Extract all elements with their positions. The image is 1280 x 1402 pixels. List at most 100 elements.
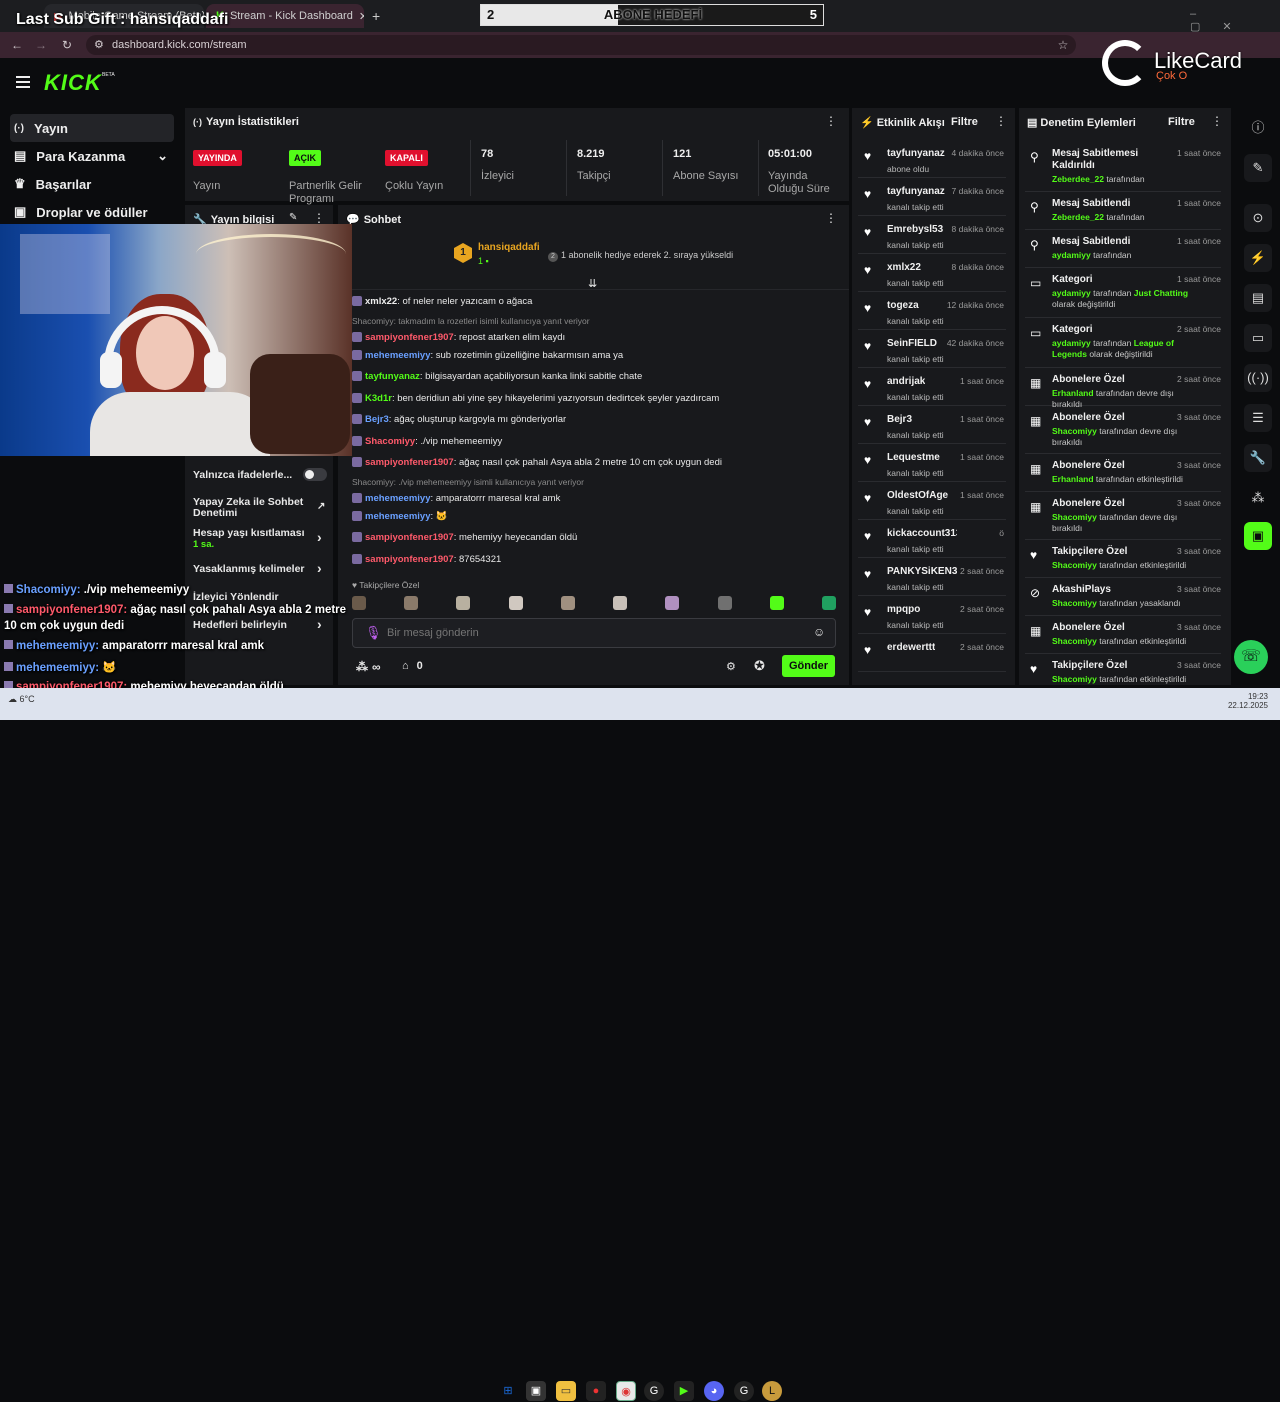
emote-icon[interactable] xyxy=(508,596,523,610)
activity-username[interactable]: andrijak xyxy=(887,376,925,387)
layout-icon[interactable]: ☰ xyxy=(1244,404,1272,432)
back-icon[interactable]: ← xyxy=(10,38,24,52)
activity-username[interactable]: Lequestme xyxy=(887,452,940,463)
moderation-actor[interactable]: Shacomiyy xyxy=(1052,598,1097,608)
chat-username[interactable]: sampiyonfener1907 xyxy=(365,457,454,468)
chat-username[interactable]: mehemeemiyy xyxy=(365,493,430,504)
url-field[interactable]: ⚙ dashboard.kick.com/stream xyxy=(86,35,1076,55)
more-options-icon[interactable]: ⋮ xyxy=(995,114,1007,128)
moderation-actor[interactable]: Zeberdee_22 xyxy=(1052,174,1104,184)
moderation-actor[interactable]: aydamiyy xyxy=(1052,250,1091,260)
edit-icon[interactable]: ✎ xyxy=(289,212,297,223)
emote-icon[interactable] xyxy=(665,596,680,610)
kick-logo[interactable]: KICK xyxy=(44,70,102,96)
send-button[interactable]: Gönder xyxy=(782,655,835,677)
support-chat-icon[interactable]: ☏ xyxy=(1234,640,1268,674)
chat-username[interactable]: tayfunyanaz xyxy=(365,371,420,382)
info-icon[interactable]: ⓘ xyxy=(1244,114,1272,142)
chat-username[interactable]: K3d1r xyxy=(365,393,392,404)
moderation-actor[interactable]: Shacomiyy xyxy=(1052,560,1097,570)
emote-icon[interactable] xyxy=(613,596,628,610)
camera-icon[interactable]: ⊙ xyxy=(1244,204,1272,232)
lightning-icon[interactable]: ⚡ xyxy=(1244,244,1272,272)
bookmark-star-icon[interactable]: ☆ xyxy=(1056,38,1070,52)
more-options-icon[interactable]: ⋮ xyxy=(313,211,325,225)
emoji-picker-icon[interactable]: ☺ xyxy=(813,625,825,639)
emote-icon[interactable] xyxy=(456,596,471,610)
app-icon[interactable]: G xyxy=(734,1381,754,1401)
setting-banned-words[interactable]: Yasaklanmış kelimeler › xyxy=(193,560,325,576)
more-options-icon[interactable]: ⋮ xyxy=(825,114,837,128)
activity-username[interactable]: tayfunyanaz xyxy=(887,186,945,197)
weather-widget[interactable]: ☁ 6°C xyxy=(8,694,35,705)
setting-account-age[interactable]: Hesap yaşı kısıtlaması 1 sa. › xyxy=(193,527,325,551)
forward-icon[interactable]: → xyxy=(34,38,48,52)
activity-filter-button[interactable]: Filtre xyxy=(951,116,978,128)
app-icon[interactable]: ▣ xyxy=(1244,522,1272,550)
activity-username[interactable]: xmlx22 xyxy=(887,262,921,273)
chat-username[interactable]: sampiyonfener1907 xyxy=(365,332,454,343)
activity-username[interactable]: mpqpo xyxy=(887,604,920,615)
chat-username[interactable]: Shacomiyy xyxy=(365,436,415,447)
chat-username[interactable]: Bejr3 xyxy=(365,414,389,425)
chat-username[interactable]: xmlx22 xyxy=(365,296,397,307)
taskview-icon[interactable]: ▣ xyxy=(526,1381,546,1401)
chat-message[interactable]: K3d1r: ben deridiun abi yine şey hikayel… xyxy=(352,393,719,404)
share-icon[interactable]: ⁂ xyxy=(1244,484,1272,512)
moderation-actor[interactable]: Erhanland xyxy=(1052,388,1094,398)
activity-username[interactable]: SeinFIELD xyxy=(887,338,937,349)
menu-icon[interactable] xyxy=(16,76,30,88)
wrench-icon[interactable]: 🔧 xyxy=(1244,444,1272,472)
moderation-actor[interactable]: Erhanland xyxy=(1052,474,1094,484)
start-icon[interactable]: ⊞ xyxy=(498,1381,518,1401)
app-icon[interactable]: G xyxy=(644,1381,664,1401)
moderation-filter-button[interactable]: Filtre xyxy=(1168,116,1195,128)
chat-message[interactable]: sampiyonfener1907: ağaç nasıl çok pahalı… xyxy=(352,457,722,468)
chat-message[interactable]: Bejr3: ağaç oluşturup kargoyla mı gönder… xyxy=(352,414,566,425)
activity-username[interactable]: OldestOfAge xyxy=(887,490,948,501)
moderation-actor[interactable]: Shacomiyy xyxy=(1052,636,1097,646)
emote-icon[interactable] xyxy=(717,596,732,610)
chat-message-input[interactable] xyxy=(387,623,807,643)
pinned-user[interactable]: hansiqaddafi xyxy=(478,242,540,253)
chat-message[interactable]: sampiyonfener1907: 87654321 xyxy=(352,554,501,565)
moderation-actor[interactable]: Zeberdee_22 xyxy=(1052,212,1104,222)
emote-icon[interactable] xyxy=(560,596,575,610)
document-icon[interactable]: ▤ xyxy=(1244,284,1272,312)
activity-username[interactable]: erdewerttt xyxy=(887,642,935,653)
broadcast-icon[interactable]: ((·)) xyxy=(1244,364,1272,392)
chat-username[interactable]: sampiyonfener1907 xyxy=(365,554,454,565)
moderation-actor[interactable]: aydamiyy xyxy=(1052,288,1091,298)
chat-message[interactable]: mehemeemiyy: amparatorrr maresal kral am… xyxy=(352,493,560,504)
emote-icon[interactable] xyxy=(821,596,836,610)
chat-message[interactable]: sampiyonfener1907: repost atarken elim k… xyxy=(352,332,565,343)
site-info-icon[interactable]: ⚙ xyxy=(94,35,104,55)
microphone-icon[interactable]: 🎙 xyxy=(365,625,382,641)
emote-only-toggle[interactable] xyxy=(303,468,327,481)
browser-tab-2[interactable]: K Stream - Kick Dashboard ✕ xyxy=(206,4,364,28)
clock[interactable]: 19:23 22.12.2025 xyxy=(1220,692,1268,710)
chat-message[interactable]: mehemeemiyy: sub rozetimin güzelliğine b… xyxy=(352,350,623,361)
moderation-actor[interactable]: Shacomiyy xyxy=(1052,426,1097,436)
chat-message[interactable]: mehemeemiyy: 🐱 xyxy=(352,511,448,522)
chat-settings-icon[interactable]: ⚙ xyxy=(726,660,736,673)
new-tab-button[interactable]: + xyxy=(372,8,380,24)
app-icon[interactable]: ● xyxy=(586,1381,606,1401)
chat-message[interactable]: tayfunyanaz: bilgisayardan açabiliyorsun… xyxy=(352,371,642,382)
pencil-icon[interactable]: ✎ xyxy=(1244,154,1272,182)
chat-icon[interactable]: ▭ xyxy=(1244,324,1272,352)
file-explorer-icon[interactable]: ▭ xyxy=(556,1381,576,1401)
terminal-icon[interactable]: ▶ xyxy=(674,1381,694,1401)
chat-message[interactable]: sampiyonfener1907: mehemiyy heyecandan ö… xyxy=(352,532,577,543)
chat-username[interactable]: mehemeemiyy xyxy=(365,350,430,361)
close-icon[interactable]: ✕ xyxy=(359,10,364,23)
chat-message[interactable]: xmlx22: of neler neler yazıcam o ağaca xyxy=(352,296,532,307)
sidebar-item-droplar[interactable]: ▣ Droplar ve ödüller xyxy=(10,198,174,226)
channel-points[interactable]: ⁂ ∞ xyxy=(356,660,381,674)
sticker-icon[interactable]: ✪ xyxy=(754,658,765,674)
setting-raid[interactable]: İzleyici Yönlendir xyxy=(193,591,325,603)
activity-username[interactable]: Bejr3 xyxy=(887,414,912,425)
chat-input-box[interactable]: 🎙 ☺ xyxy=(352,618,836,648)
emote-icon[interactable] xyxy=(769,596,784,610)
discord-icon[interactable]: ◕ xyxy=(704,1381,724,1401)
